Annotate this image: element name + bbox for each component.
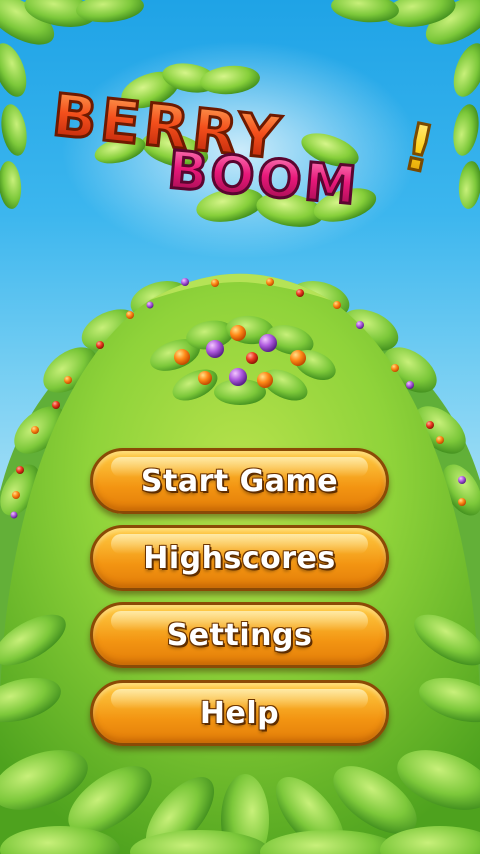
main-menu-screen: BERRY BOOM ! Start Game Highscores Setti…: [0, 0, 480, 854]
settings-button[interactable]: Settings: [90, 602, 389, 668]
help-button[interactable]: Help: [90, 680, 389, 746]
highscores-label: Highscores: [143, 540, 336, 576]
game-logo: BERRY BOOM !: [48, 63, 442, 227]
start-game-label: Start Game: [140, 463, 339, 499]
settings-label: Settings: [166, 617, 313, 653]
logo-exclamation: !: [397, 110, 441, 188]
help-label: Help: [199, 695, 280, 731]
start-game-button[interactable]: Start Game: [90, 448, 389, 514]
highscores-button[interactable]: Highscores: [90, 525, 389, 591]
